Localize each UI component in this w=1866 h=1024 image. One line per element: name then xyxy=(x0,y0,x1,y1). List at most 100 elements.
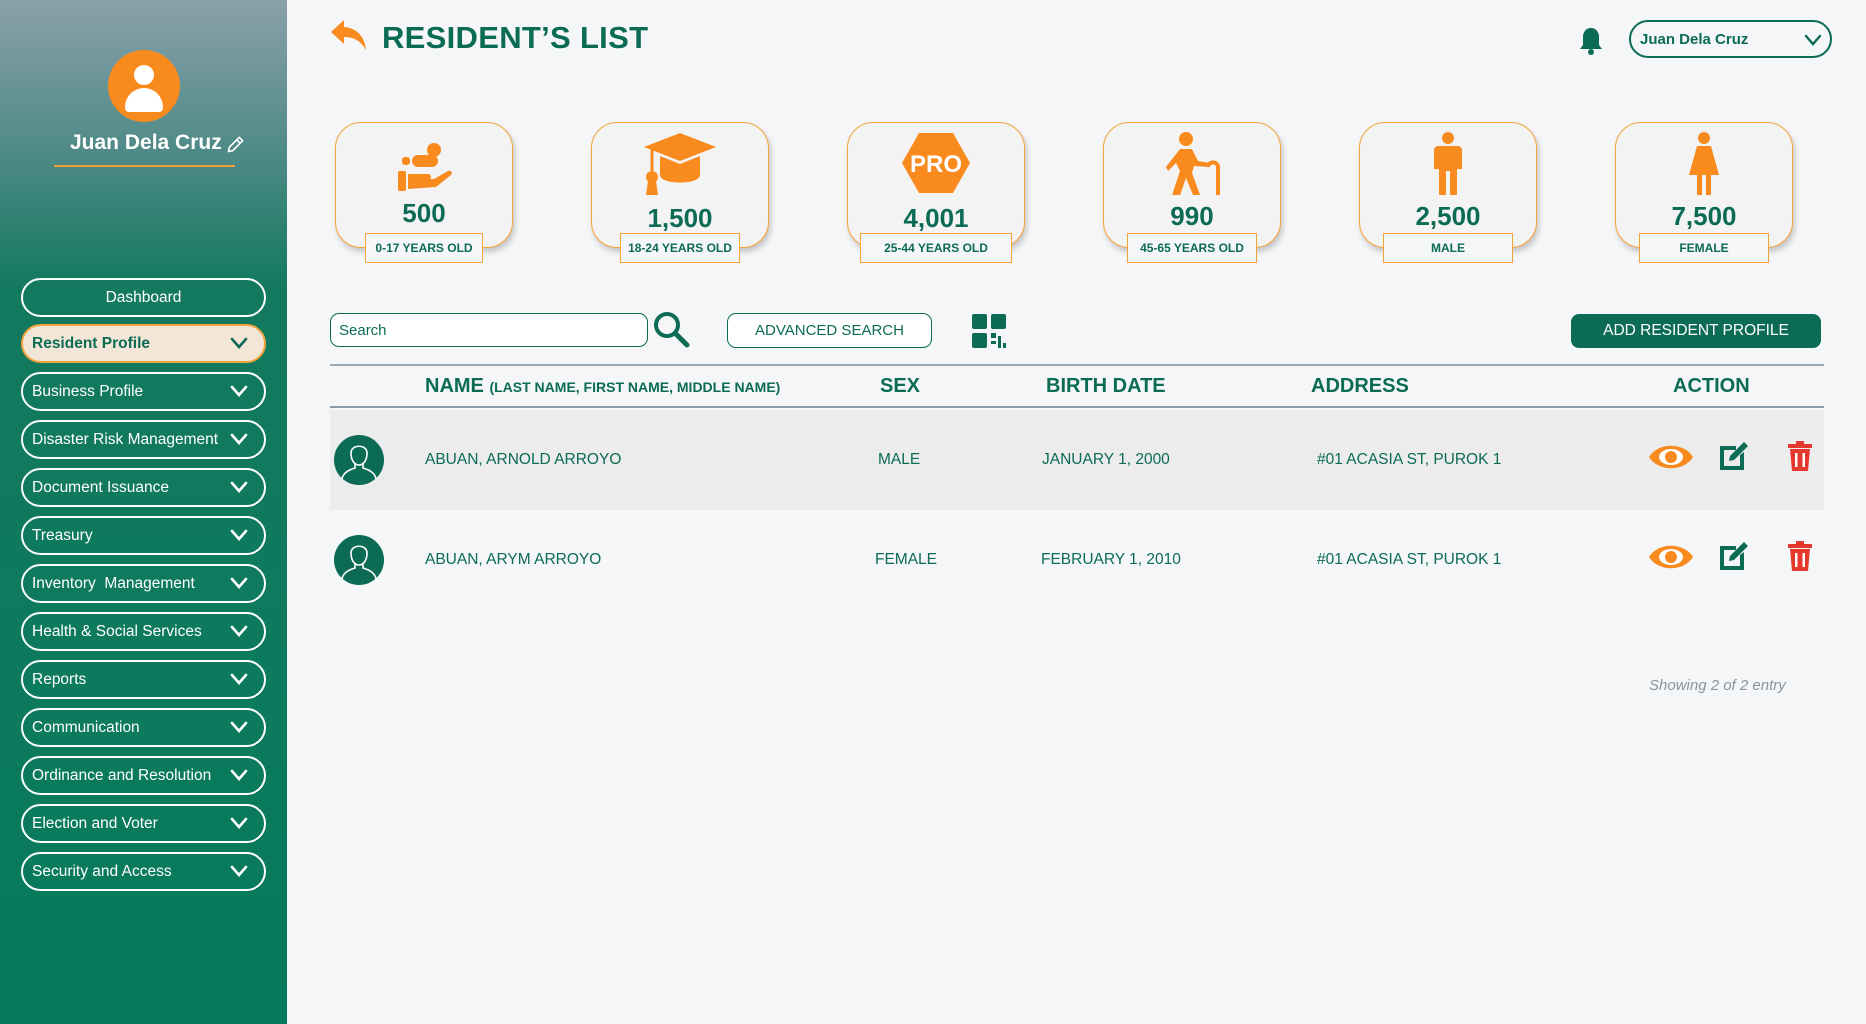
sidebar-item-health-social-services[interactable]: Health & Social Services xyxy=(21,612,266,651)
chevron-down-icon xyxy=(230,865,248,877)
stat-value: 4,001 xyxy=(903,203,969,233)
table-divider xyxy=(330,364,1824,366)
advanced-search-label: ADVANCED SEARCH xyxy=(755,322,904,339)
cell-name: ABUAN, ARNOLD ARROYO xyxy=(425,451,622,468)
sidebar: Juan Dela Cruz Dashboard Resident Profil… xyxy=(0,0,287,1024)
chevron-down-icon xyxy=(230,673,248,685)
cell-sex: MALE xyxy=(878,451,921,468)
chevron-down-icon xyxy=(230,481,248,493)
cell-name: ABUAN, ARYM ARROYO xyxy=(425,551,602,568)
stat-value: 2,500 xyxy=(1415,201,1481,231)
cell-address: #01 ACASIA ST, PUROK 1 xyxy=(1317,451,1502,468)
search-icon[interactable] xyxy=(652,310,690,348)
name-underline xyxy=(54,165,235,167)
stat-card-female[interactable]: 7,500 FEMALE xyxy=(1615,122,1793,263)
chevron-down-icon xyxy=(230,577,248,589)
stat-card-male[interactable]: 2,500 MALE xyxy=(1359,122,1537,263)
sidebar-item-election-voter[interactable]: Election and Voter xyxy=(21,804,266,843)
sidebar-item-security-access[interactable]: Security and Access xyxy=(21,852,266,891)
resident-avatar-icon xyxy=(334,435,384,485)
edit-icon[interactable] xyxy=(1717,438,1751,472)
page-title: RESIDENT’S LIST xyxy=(382,20,649,55)
stat-label: 45-65 YEARS OLD xyxy=(1127,233,1257,263)
sidebar-item-ordinance-resolution[interactable]: Ordinance and Resolution xyxy=(21,756,266,795)
pro-badge-icon: PRO xyxy=(902,133,970,193)
female-icon xyxy=(1689,132,1719,195)
chevron-down-icon xyxy=(230,817,248,829)
column-header-address[interactable]: ADDRESS xyxy=(1311,375,1409,398)
sidebar-item-label: Health & Social Services xyxy=(32,622,202,640)
advanced-search-button[interactable]: ADVANCED SEARCH xyxy=(727,313,932,348)
column-header-name[interactable]: NAME (LAST NAME, FIRST NAME, MIDDLE NAME… xyxy=(425,375,780,398)
sidebar-item-label: Business Profile xyxy=(32,382,144,400)
back-arrow-icon[interactable] xyxy=(330,18,368,52)
chevron-down-icon xyxy=(230,529,248,541)
pagination-summary: Showing 2 of 2 entry xyxy=(1649,677,1786,694)
cell-birth-date: JANUARY 1, 2000 xyxy=(1042,451,1170,468)
child-care-icon xyxy=(398,143,452,191)
sidebar-user-name: Juan Dela Cruz xyxy=(70,131,222,154)
cell-address: #01 ACASIA ST, PUROK 1 xyxy=(1317,551,1502,568)
qr-code-icon[interactable] xyxy=(971,313,1007,349)
sidebar-item-disaster-risk-management[interactable]: Disaster Risk Management xyxy=(21,420,266,459)
user-dropdown[interactable]: Juan Dela Cruz xyxy=(1629,20,1832,58)
chevron-down-icon xyxy=(230,721,248,733)
table-row[interactable]: ABUAN, ARNOLD ARROYO MALE JANUARY 1, 200… xyxy=(330,410,1824,510)
graduation-cap-icon xyxy=(644,133,716,195)
stat-value: 1,500 xyxy=(647,203,713,233)
stat-card-25-44[interactable]: PRO 4,001 25-44 YEARS OLD xyxy=(847,122,1025,263)
stat-label: 25-44 YEARS OLD xyxy=(860,233,1012,263)
sidebar-item-label: Ordinance and Resolution xyxy=(32,766,212,784)
stat-label: 0-17 YEARS OLD xyxy=(365,233,483,263)
sidebar-item-business-profile[interactable]: Business Profile xyxy=(21,372,266,411)
sidebar-item-communication[interactable]: Communication xyxy=(21,708,266,747)
sidebar-item-label: Inventory Management xyxy=(32,574,195,592)
edit-icon[interactable] xyxy=(1717,538,1751,572)
stat-label: FEMALE xyxy=(1639,233,1769,263)
sidebar-item-document-issuance[interactable]: Document Issuance xyxy=(21,468,266,507)
sidebar-item-label: Document Issuance xyxy=(32,478,169,496)
search-input[interactable] xyxy=(330,313,648,347)
male-icon xyxy=(1434,132,1462,195)
chevron-down-icon xyxy=(230,385,248,397)
sidebar-item-inventory-management[interactable]: Inventory Management xyxy=(21,564,266,603)
notification-bell-icon[interactable] xyxy=(1578,26,1604,56)
cell-sex: FEMALE xyxy=(875,551,938,568)
elderly-icon xyxy=(1166,132,1220,195)
cell-birth-date: FEBRUARY 1, 2010 xyxy=(1041,551,1181,568)
sidebar-item-label: Resident Profile xyxy=(32,334,150,352)
add-resident-profile-label: ADD RESIDENT PROFILE xyxy=(1603,322,1789,339)
delete-trash-icon[interactable] xyxy=(1787,440,1813,472)
stat-card-0-17[interactable]: 500 0-17 YEARS OLD xyxy=(335,122,513,263)
resident-avatar-icon xyxy=(334,535,384,585)
column-header-action: ACTION xyxy=(1673,375,1750,397)
sidebar-item-label: Disaster Risk Management xyxy=(32,430,219,448)
edit-pencil-icon[interactable] xyxy=(226,134,246,154)
chevron-down-icon xyxy=(1804,34,1822,46)
column-header-name-label: NAME xyxy=(425,375,484,397)
sidebar-item-label: Treasury xyxy=(32,526,93,544)
sidebar-item-dashboard[interactable]: Dashboard xyxy=(21,278,266,317)
user-avatar[interactable] xyxy=(108,50,180,122)
user-dropdown-value: Juan Dela Cruz xyxy=(1640,30,1749,48)
sidebar-item-reports[interactable]: Reports xyxy=(21,660,266,699)
view-eye-icon[interactable] xyxy=(1648,542,1694,572)
column-header-name-note: (LAST NAME, FIRST NAME, MIDDLE NAME) xyxy=(489,379,781,395)
stat-card-45-65[interactable]: 990 45-65 YEARS OLD xyxy=(1103,122,1281,263)
sidebar-item-label: Dashboard xyxy=(105,288,182,306)
add-resident-profile-button[interactable]: ADD RESIDENT PROFILE xyxy=(1571,314,1821,348)
sidebar-item-label: Election and Voter xyxy=(32,814,158,832)
stat-card-18-24[interactable]: 1,500 18-24 YEARS OLD xyxy=(591,122,769,263)
view-eye-icon[interactable] xyxy=(1648,442,1694,472)
sidebar-item-treasury[interactable]: Treasury xyxy=(21,516,266,555)
sidebar-item-label: Reports xyxy=(32,670,87,688)
table-row[interactable]: ABUAN, ARYM ARROYO FEMALE FEBRUARY 1, 20… xyxy=(330,510,1824,610)
chevron-down-icon xyxy=(230,625,248,637)
sidebar-item-label: Communication xyxy=(32,718,140,736)
chevron-down-icon xyxy=(230,769,248,781)
sidebar-item-resident-profile[interactable]: Resident Profile xyxy=(21,324,266,363)
stat-label: 18-24 YEARS OLD xyxy=(620,233,740,263)
column-header-birth-date[interactable]: BIRTH DATE xyxy=(1046,375,1166,398)
column-header-sex[interactable]: SEX xyxy=(880,375,920,398)
delete-trash-icon[interactable] xyxy=(1787,540,1813,572)
